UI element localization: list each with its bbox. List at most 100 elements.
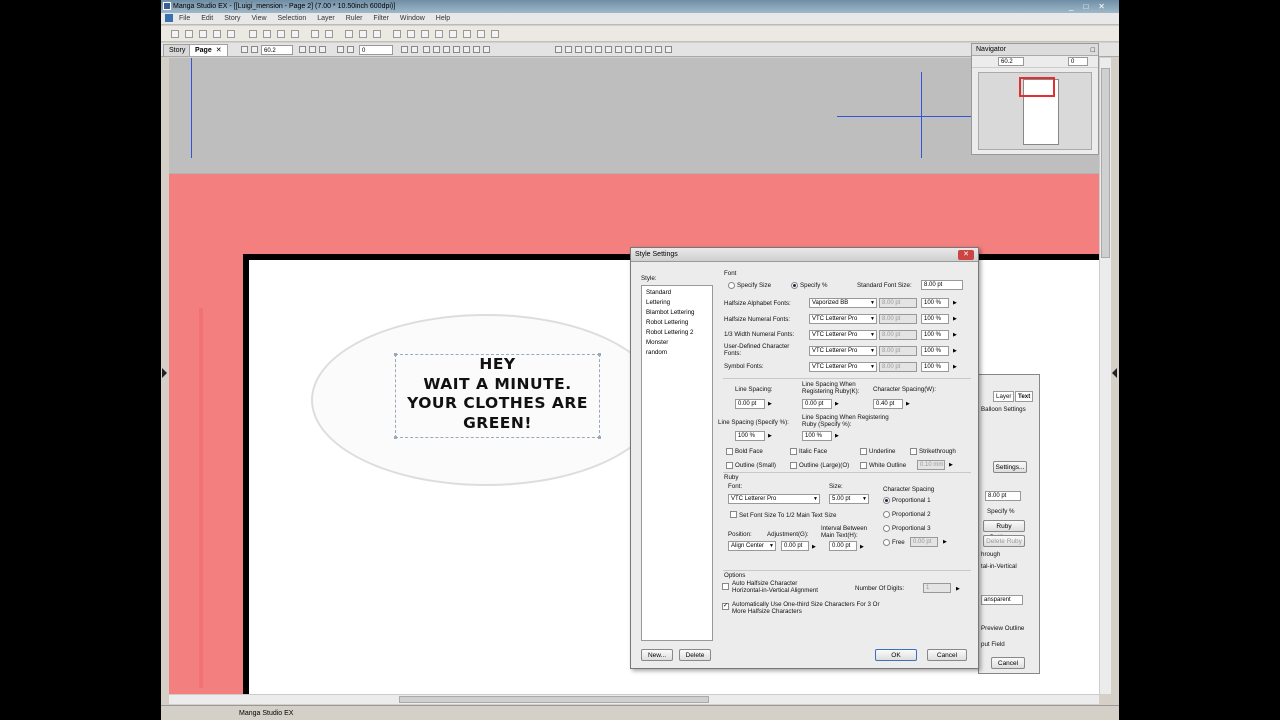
half-size-checkbox[interactable] (730, 511, 737, 518)
font-size-field[interactable]: 8.00 pt (879, 330, 917, 340)
zoom-field[interactable]: 60.2 (261, 45, 293, 55)
fill-icon[interactable] (595, 46, 602, 53)
interval-field[interactable]: 0.00 pt (829, 541, 857, 551)
step-arrow-icon[interactable]: ▶ (835, 433, 839, 439)
window-icon[interactable] (491, 30, 499, 38)
resize-handle[interactable] (598, 353, 601, 356)
print-icon[interactable] (213, 30, 221, 38)
position-select[interactable]: Align Center ▼ (728, 541, 776, 551)
preview-icon[interactable] (477, 30, 485, 38)
transparency-icon[interactable] (483, 46, 490, 53)
step-arrow-icon[interactable]: ▶ (953, 348, 957, 354)
palette-icon[interactable] (393, 30, 401, 38)
outline-width-field[interactable]: 0.10 mm (917, 460, 945, 470)
new-icon[interactable] (171, 30, 179, 38)
font-size-field[interactable]: 8.00 pt (879, 346, 917, 356)
select-icon[interactable] (565, 46, 572, 53)
font-size-field[interactable]: 8.00 pt (879, 362, 917, 372)
proportional3-radio[interactable] (883, 525, 890, 532)
ruler-tool-icon[interactable] (635, 46, 642, 53)
menu-edit[interactable]: Edit (201, 15, 213, 22)
ruler-show-icon[interactable] (463, 46, 470, 53)
list-item[interactable]: Monster (646, 338, 708, 348)
export-icon[interactable] (227, 30, 235, 38)
view-frame[interactable] (1019, 77, 1055, 97)
font-select[interactable]: Vaporized BB ▼ (809, 298, 877, 308)
grid-icon[interactable] (407, 30, 415, 38)
white-outline-checkbox[interactable] (860, 462, 867, 469)
resize-handle[interactable] (394, 353, 397, 356)
standard-font-size-field[interactable]: 8.00 pt (921, 280, 963, 290)
actual-size-icon[interactable] (309, 46, 316, 53)
num-digits-field[interactable]: 1 (923, 583, 951, 593)
free-value-field[interactable]: 0.00 pt (910, 537, 938, 547)
vertical-scrollbar[interactable] (1099, 58, 1111, 694)
font-select[interactable]: VTC Letterer Pro ▼ (809, 346, 877, 356)
print-size-icon[interactable] (319, 46, 326, 53)
step-arrow-icon[interactable]: ▶ (835, 401, 839, 407)
step-arrow-icon[interactable]: ▶ (860, 544, 864, 550)
style-list[interactable]: Standard Lettering Blambot Lettering Rob… (641, 285, 713, 641)
rotate-right-icon[interactable] (347, 46, 354, 53)
delete-style-button[interactable]: Delete (679, 649, 711, 661)
step-arrow-icon[interactable]: ▶ (953, 364, 957, 370)
menu-story[interactable]: Story (224, 15, 240, 22)
font-select[interactable]: VTC Letterer Pro ▼ (809, 330, 877, 340)
balloon-icon[interactable] (625, 46, 632, 53)
snap-show-icon[interactable] (473, 46, 480, 53)
font-size-field[interactable]: 8.00 pt (879, 314, 917, 324)
horizontal-scrollbar[interactable] (169, 694, 1099, 704)
lasso-icon[interactable] (575, 46, 582, 53)
document-icon[interactable] (165, 14, 173, 23)
zoom-out-icon[interactable] (241, 46, 248, 53)
menu-ruler[interactable]: Ruler (346, 15, 363, 22)
outline-large-checkbox[interactable] (790, 462, 797, 469)
step-arrow-icon[interactable]: ▶ (768, 401, 772, 407)
panel-cancel-button[interactable]: Cancel (991, 657, 1025, 669)
ls-ruby-field[interactable]: 0.00 pt (802, 399, 832, 409)
list-item[interactable]: Standard (646, 288, 708, 298)
move-icon[interactable] (423, 46, 430, 53)
step-arrow-icon[interactable]: ▶ (953, 316, 957, 322)
eraser-icon[interactable] (585, 46, 592, 53)
maximize-icon[interactable]: □ (1083, 2, 1098, 11)
menu-window[interactable]: Window (400, 15, 425, 22)
specify-pct-radio[interactable] (791, 282, 798, 289)
save-icon[interactable] (199, 30, 207, 38)
tone-icon[interactable] (605, 46, 612, 53)
perspective-icon[interactable] (645, 46, 652, 53)
delete-icon[interactable] (291, 30, 299, 38)
close-icon[interactable]: ✕ (958, 250, 974, 260)
right-palette-toggle-icon[interactable] (1112, 368, 1117, 378)
delete-ruby-button[interactable]: Delete Ruby (983, 535, 1025, 547)
step-arrow-icon[interactable]: ▶ (906, 401, 910, 407)
panel-icon[interactable] (463, 30, 471, 38)
font-pct-field[interactable]: 100 % (921, 346, 949, 356)
navigator-rotate-field[interactable]: 0 (1068, 57, 1088, 66)
font-pct-field[interactable]: 100 % (921, 314, 949, 324)
flip-v-icon[interactable] (411, 46, 418, 53)
menu-layer[interactable]: Layer (317, 15, 335, 22)
ok-button[interactable]: OK (875, 649, 917, 661)
font-pct-field[interactable]: 100 % (921, 298, 949, 308)
redo-icon[interactable] (325, 30, 333, 38)
text-icon[interactable] (615, 46, 622, 53)
underline-checkbox[interactable] (860, 448, 867, 455)
close-icon[interactable]: ✕ (216, 47, 222, 54)
close-icon[interactable]: ✕ (1098, 2, 1115, 11)
paste-icon[interactable] (277, 30, 285, 38)
resize-handle[interactable] (598, 436, 601, 439)
italic-face-checkbox[interactable] (790, 448, 797, 455)
list-item[interactable]: Lettering (646, 298, 708, 308)
tab-page[interactable]: Page ✕ (189, 44, 228, 56)
step-arrow-icon[interactable]: ▶ (812, 544, 816, 550)
list-item[interactable]: Robot Lettering 2 (646, 328, 708, 338)
new-style-button[interactable]: New... (641, 649, 673, 661)
size-field[interactable]: 8.00 pt (985, 491, 1021, 501)
ruby-settings-button[interactable]: Ruby Settings... (983, 520, 1025, 541)
flip-h-icon[interactable] (401, 46, 408, 53)
menu-selection[interactable]: Selection (278, 15, 307, 22)
grid-tool-icon[interactable] (665, 46, 672, 53)
fit-icon[interactable] (299, 46, 306, 53)
resize-handle[interactable] (394, 436, 397, 439)
